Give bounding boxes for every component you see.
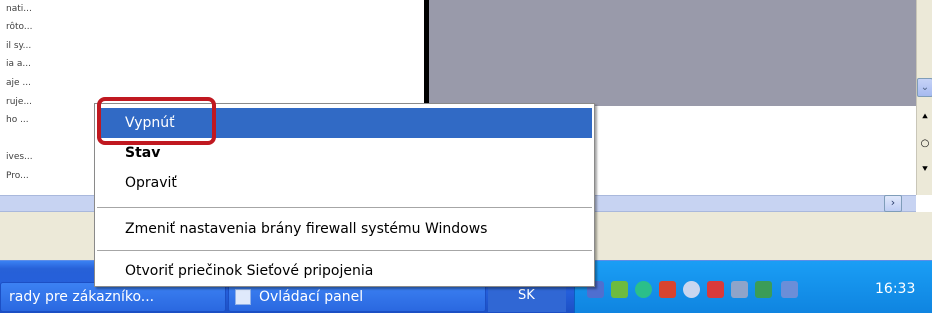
down-arrow-icon[interactable]: ⯆ [920, 165, 930, 175]
wireless-icon[interactable] [755, 281, 772, 298]
antivirus-icon[interactable] [707, 281, 724, 298]
menu-item-firewall-settings[interactable]: Zmeniť nastavenia brány firewall systému… [97, 214, 592, 244]
list-item[interactable]: ives... [6, 152, 33, 162]
network-status-icon[interactable] [659, 281, 676, 298]
list-item[interactable]: il sy... [6, 41, 31, 51]
gray-preview-panel [429, 0, 916, 106]
vertical-scrollbar[interactable]: ⌄ ⯅ ○ ⯆ [916, 0, 932, 195]
scroll-down-button[interactable]: ⌄ [917, 78, 932, 97]
menu-separator [97, 250, 592, 251]
list-item[interactable]: aje ... [6, 78, 31, 88]
clock[interactable]: 16:33 [875, 281, 915, 297]
system-tray: 16:33 [574, 261, 932, 313]
display-icon[interactable] [781, 281, 798, 298]
sync-icon[interactable] [635, 281, 652, 298]
list-item[interactable]: ia a... [6, 59, 31, 69]
menu-item-open-network-connections[interactable]: Otvoriť priečinok Sieťové pripojenia [97, 256, 592, 286]
up-arrow-icon[interactable]: ⯅ [920, 113, 930, 123]
list-item[interactable]: ruje... [6, 97, 32, 107]
circle-icon[interactable]: ○ [920, 139, 930, 149]
control-panel-icon [235, 289, 251, 305]
list-item[interactable]: Pro... [6, 171, 29, 181]
menu-separator [97, 207, 592, 208]
security-icon[interactable] [611, 281, 628, 298]
highlight-annotation [97, 97, 216, 145]
device-icon[interactable] [731, 281, 748, 298]
media-icon[interactable] [683, 281, 700, 298]
list-item[interactable]: rôto... [6, 22, 32, 32]
taskbar-button-label: Ovládací panel [259, 289, 364, 305]
scroll-right-button[interactable]: › [884, 195, 902, 212]
list-item[interactable]: nati... [6, 4, 32, 14]
list-item[interactable]: ho ... [6, 115, 29, 125]
menu-item-repair[interactable]: Opraviť [97, 168, 592, 198]
